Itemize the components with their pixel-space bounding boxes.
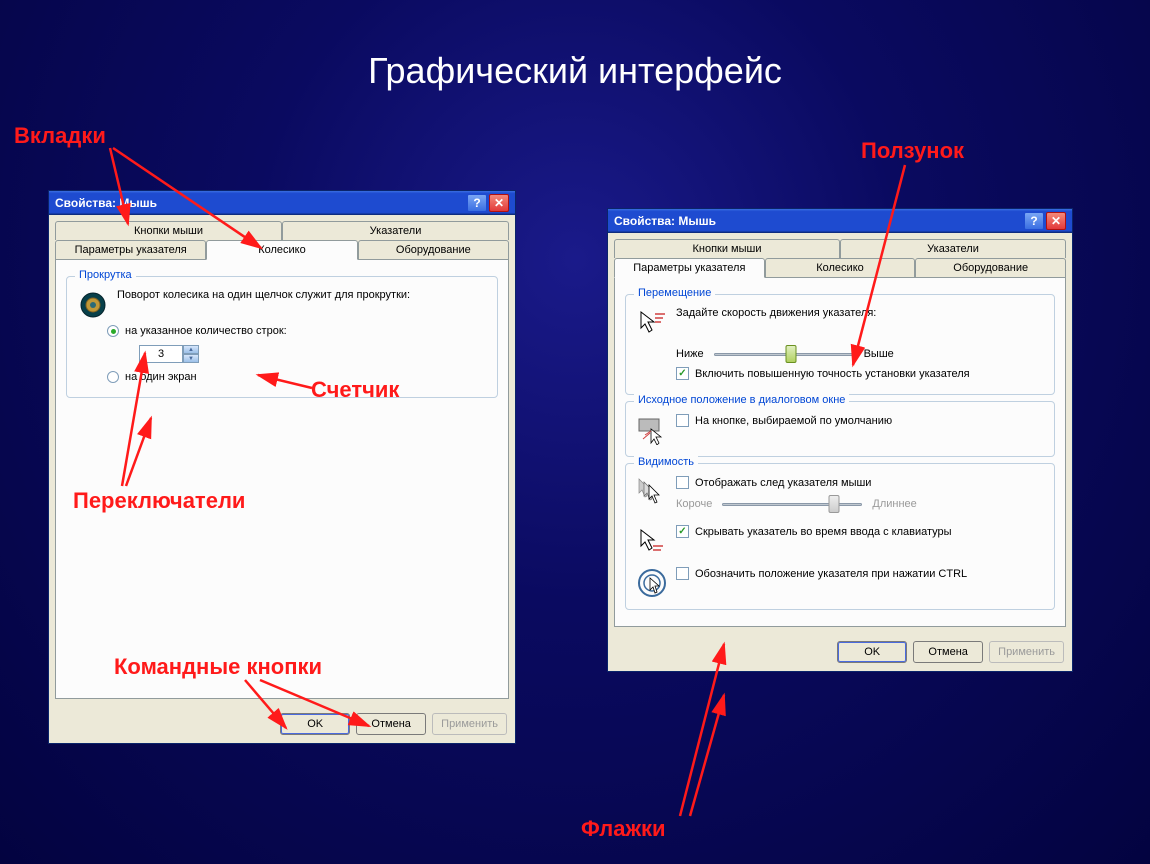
groupbox-scroll: Прокрутка Поворот колесика на один щелчо… bbox=[66, 276, 498, 398]
spinner-lines[interactable]: ▲ ▼ bbox=[139, 345, 199, 363]
cancel-button[interactable]: Отмена bbox=[356, 713, 426, 735]
radio-icon bbox=[107, 371, 119, 383]
radio-label: на указанное количество строк: bbox=[125, 325, 287, 337]
titlebar[interactable]: Свойства: Мышь ? ✕ bbox=[49, 191, 515, 215]
tab-buttons[interactable]: Кнопки мыши bbox=[614, 239, 840, 258]
annotation-slider: Ползунок bbox=[861, 138, 964, 164]
annotation-spinner: Счетчик bbox=[311, 377, 399, 403]
scroll-label: Поворот колесика на один щелчок служит д… bbox=[117, 289, 487, 301]
default-button-icon bbox=[636, 414, 668, 446]
tab-pointers[interactable]: Указатели bbox=[282, 221, 509, 240]
help-icon[interactable]: ? bbox=[1024, 212, 1044, 230]
spinner-input[interactable] bbox=[139, 345, 183, 363]
groupbox-movement: Перемещение Задайте скорость движения ук… bbox=[625, 294, 1055, 395]
close-icon[interactable]: ✕ bbox=[489, 194, 509, 212]
tab-hardware[interactable]: Оборудование bbox=[915, 258, 1066, 277]
slider-low-label: Ниже bbox=[676, 348, 704, 360]
slider-long-label: Длиннее bbox=[872, 498, 916, 510]
tab-buttons[interactable]: Кнопки мыши bbox=[55, 221, 282, 240]
annotation-buttons: Командные кнопки bbox=[114, 654, 322, 680]
tab-wheel[interactable]: Колесико bbox=[765, 258, 916, 277]
radio-label: на один экран bbox=[125, 371, 197, 383]
dialog-mouse-pointer: Свойства: Мышь ? ✕ Кнопки мыши Указатели… bbox=[607, 208, 1073, 672]
close-icon[interactable]: ✕ bbox=[1046, 212, 1066, 230]
radio-lines[interactable]: на указанное количество строк: bbox=[107, 325, 487, 337]
groupbox-title: Перемещение bbox=[634, 287, 715, 299]
titlebar[interactable]: Свойства: Мышь ? ✕ bbox=[608, 209, 1072, 233]
radio-icon bbox=[107, 325, 119, 337]
spinner-down-icon[interactable]: ▼ bbox=[183, 354, 199, 363]
annotation-checkboxes: Флажки bbox=[581, 816, 666, 842]
tab-pointer-params[interactable]: Параметры указателя bbox=[614, 258, 765, 278]
ctrl-locate-icon bbox=[636, 567, 668, 599]
tab-hardware[interactable]: Оборудование bbox=[358, 240, 509, 259]
slider-high-label: Выше bbox=[864, 348, 894, 360]
tab-pointer-params[interactable]: Параметры указателя bbox=[55, 240, 206, 259]
cursor-speed-icon bbox=[636, 307, 668, 339]
slider-short-label: Короче bbox=[676, 498, 712, 510]
cursor-trail-icon bbox=[636, 476, 668, 508]
checkbox-label: Отображать след указателя мыши bbox=[695, 477, 871, 489]
radio-screen[interactable]: на один экран bbox=[107, 371, 487, 383]
checkbox-label: Обозначить положение указателя при нажат… bbox=[695, 568, 967, 580]
slider-thumb[interactable] bbox=[785, 345, 796, 363]
speed-slider[interactable] bbox=[714, 345, 854, 363]
groupbox-title: Видимость bbox=[634, 456, 698, 468]
speed-label: Задайте скорость движения указателя: bbox=[676, 307, 1044, 319]
slider-thumb bbox=[829, 495, 840, 513]
groupbox-title: Прокрутка bbox=[75, 269, 136, 281]
checkbox-precision[interactable]: ✓ bbox=[676, 367, 689, 380]
checkbox-label: Скрывать указатель во время ввода с клав… bbox=[695, 526, 952, 538]
checkbox-trail[interactable] bbox=[676, 476, 689, 489]
checkbox-hide-typing[interactable]: ✓ bbox=[676, 525, 689, 538]
cancel-button[interactable]: Отмена bbox=[913, 641, 983, 663]
groupbox-title: Исходное положение в диалоговом окне bbox=[634, 394, 849, 406]
tab-pointers[interactable]: Указатели bbox=[840, 239, 1066, 258]
apply-button[interactable]: Применить bbox=[989, 641, 1064, 663]
checkbox-label: Включить повышенную точность установки у… bbox=[695, 368, 970, 380]
groupbox-visibility: Видимость Отображать след указателя мыши bbox=[625, 463, 1055, 610]
help-icon[interactable]: ? bbox=[467, 194, 487, 212]
tab-wheel[interactable]: Колесико bbox=[206, 240, 357, 260]
trail-slider bbox=[722, 495, 862, 513]
slide-title: Графический интерфейс bbox=[0, 50, 1150, 92]
spinner-up-icon[interactable]: ▲ bbox=[183, 345, 199, 354]
ok-button[interactable]: OK bbox=[280, 713, 350, 735]
title-text: Свойства: Мышь bbox=[55, 196, 465, 210]
ok-button[interactable]: OK bbox=[837, 641, 907, 663]
checkbox-ctrl-locate[interactable] bbox=[676, 567, 689, 580]
checkbox-default-button[interactable] bbox=[676, 414, 689, 427]
wheel-icon bbox=[77, 289, 109, 321]
annotation-tabs: Вкладки bbox=[14, 123, 106, 149]
hide-cursor-icon bbox=[636, 525, 668, 557]
title-text: Свойства: Мышь bbox=[614, 214, 1022, 228]
apply-button[interactable]: Применить bbox=[432, 713, 507, 735]
checkbox-label: На кнопке, выбираемой по умолчанию bbox=[695, 415, 892, 427]
annotation-radios: Переключатели bbox=[73, 488, 245, 514]
groupbox-home: Исходное положение в диалоговом окне На … bbox=[625, 401, 1055, 457]
